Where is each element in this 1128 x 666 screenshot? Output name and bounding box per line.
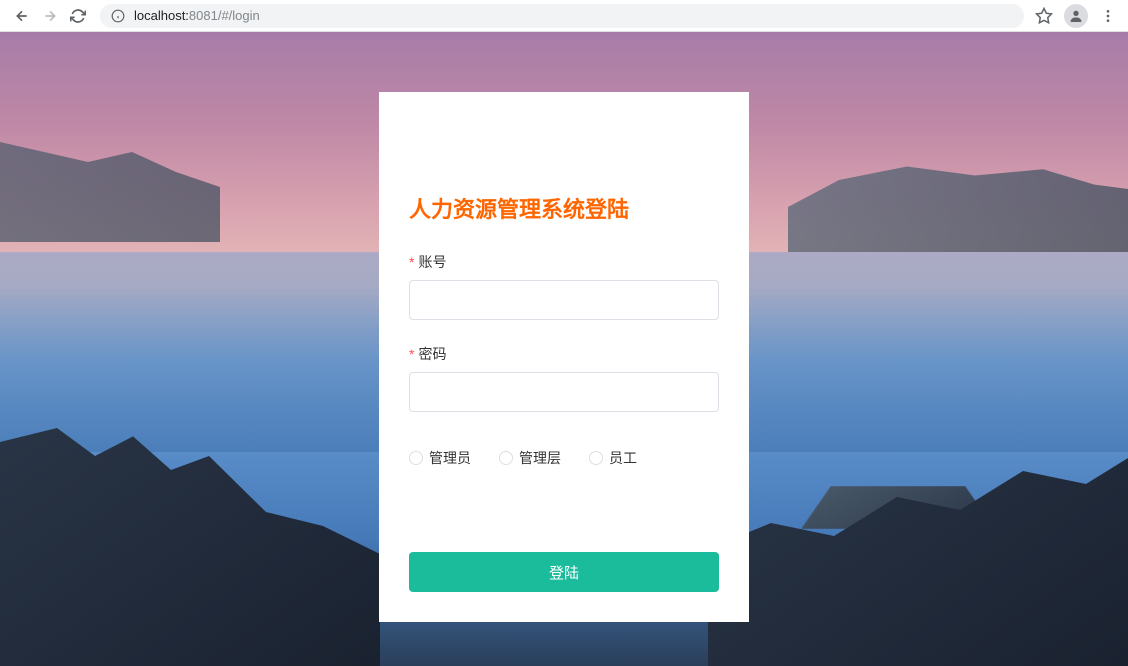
username-label: *账号 [409, 252, 719, 272]
address-bar[interactable]: localhost:8081/#/login [100, 4, 1024, 28]
login-panel: 人力资源管理系统登陆 *账号 *密码 管理员 管理层 员 [379, 92, 749, 622]
password-group: *密码 [409, 344, 719, 412]
radio-manager[interactable]: 管理层 [499, 448, 561, 468]
reload-button[interactable] [64, 2, 92, 30]
forward-button[interactable] [36, 2, 64, 30]
profile-icon[interactable] [1064, 4, 1088, 28]
radio-manager-label: 管理层 [519, 448, 561, 468]
browser-toolbar: localhost:8081/#/login [0, 0, 1128, 32]
radio-admin[interactable]: 管理员 [409, 448, 471, 468]
password-label: *密码 [409, 344, 719, 364]
login-button[interactable]: 登陆 [409, 552, 719, 592]
radio-admin-label: 管理员 [429, 448, 471, 468]
username-input[interactable] [409, 280, 719, 320]
username-group: *账号 [409, 252, 719, 320]
radio-circle-icon [499, 451, 513, 465]
page-content: 人力资源管理系统登陆 *账号 *密码 管理员 管理层 员 [0, 32, 1128, 666]
menu-icon[interactable] [1096, 4, 1120, 28]
role-radio-group: 管理员 管理层 员工 [409, 448, 719, 468]
url-text: localhost:8081/#/login [134, 8, 260, 23]
password-input[interactable] [409, 372, 719, 412]
back-button[interactable] [8, 2, 36, 30]
radio-circle-icon [589, 451, 603, 465]
radio-circle-icon [409, 451, 423, 465]
radio-employee[interactable]: 员工 [589, 448, 637, 468]
login-title: 人力资源管理系统登陆 [409, 192, 719, 224]
radio-employee-label: 员工 [609, 448, 637, 468]
star-icon[interactable] [1032, 4, 1056, 28]
info-icon [110, 8, 126, 24]
